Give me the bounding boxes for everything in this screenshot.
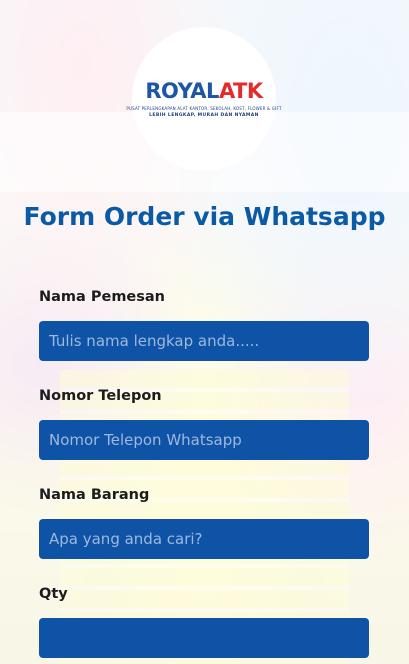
brand-logo: ROYAL ATK PUSAT PERLENGKAPAN ALAT KANTOR,… [126, 27, 281, 171]
item-label: Nama Barang [39, 487, 150, 503]
qty-input[interactable] [39, 618, 369, 658]
logo-brand-royal: ROYAL [145, 78, 219, 103]
name-label: Nama Pemesan [39, 289, 166, 305]
form-title: Form Order via Whatsapp [23, 202, 386, 231]
logo-wordmark: ROYAL ATK [145, 78, 263, 103]
order-form-page: ROYAL ATK PUSAT PERLENGKAPAN ALAT KANTOR,… [0, 0, 409, 664]
name-input[interactable] [39, 321, 369, 361]
qty-label: Qty [39, 586, 68, 602]
phone-label: Nomor Telepon [39, 388, 162, 404]
item-input[interactable] [39, 519, 369, 559]
logo-brand-atk: ATK [218, 78, 263, 103]
phone-input[interactable] [39, 420, 369, 460]
logo-tagline: PUSAT PERLENGKAPAN ALAT KANTOR, SEKOLAH,… [126, 105, 282, 111]
logo-slogan: LEBIH LENGKAP, MURAH DAN NYAMAN [149, 112, 259, 118]
